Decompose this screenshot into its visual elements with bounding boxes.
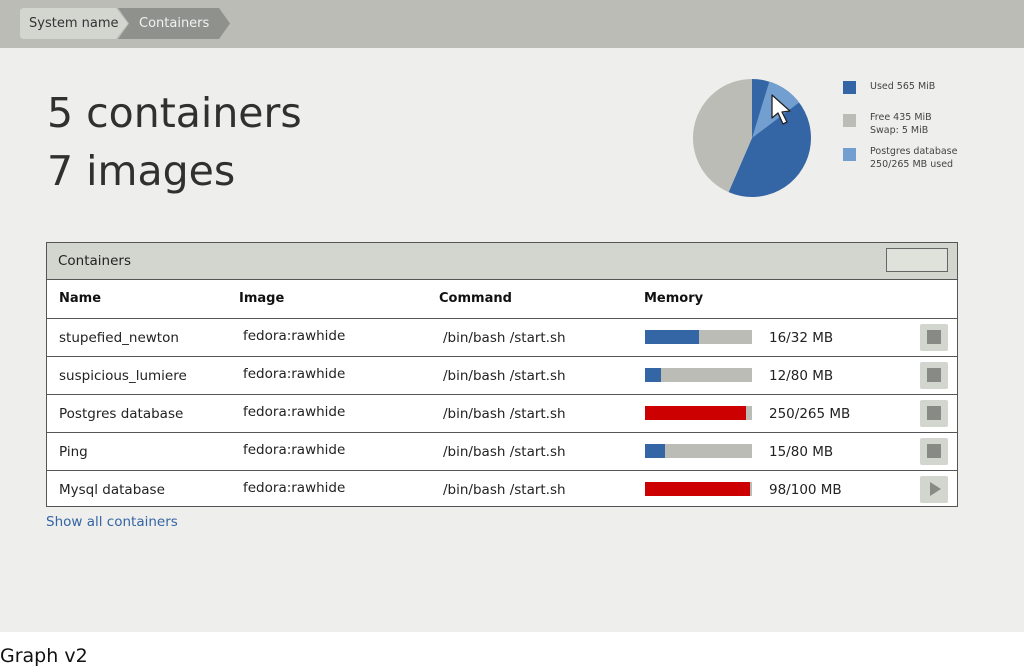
play-icon [930,482,941,496]
container-command: /bin/bash /start.sh [443,444,566,460]
memory-pie-chart [692,79,811,197]
column-header-memory: Memory [644,291,704,306]
table-row: Mysql database fedora:rawhide/bin/bash /s… [47,470,957,508]
memory-value: 16/32 MB [769,330,834,346]
container-name: Ping [59,444,88,460]
legend-line: Swap: 5 MiB [870,125,929,136]
legend-label: Free 435 MiB Swap: 5 MiB [870,111,932,137]
legend-line: Free 435 MiB [870,112,932,123]
table-row: Ping fedora:rawhide/bin/bash /start.sh 15/… [47,432,957,470]
start-button[interactable] [920,476,948,503]
panel-header: Containers [47,243,957,280]
container-command: /bin/bash /start.sh [443,482,566,498]
memory-value: 98/100 MB [769,482,842,498]
memory-bar-fill [645,368,662,382]
container-image: fedora:rawhide [243,366,346,382]
memory-value: 12/80 MB [769,368,834,384]
legend-line: Postgres database [870,146,958,157]
stop-button[interactable] [920,362,948,389]
panel-action-button[interactable] [886,248,948,272]
container-command: /bin/bash /start.sh [443,330,566,346]
container-command: /bin/bash /start.sh [443,406,566,422]
legend-label: Used 565 MiB [870,80,935,93]
memory-bar-fill [645,406,746,420]
stop-button[interactable] [920,438,948,465]
column-header-command: Command [439,291,512,306]
legend-swatch [843,148,856,161]
breadcrumb-item-system[interactable]: System name [29,8,118,39]
memory-value: 250/265 MB [769,406,851,422]
memory-bar [645,406,752,420]
legend-swatch [843,81,856,94]
memory-bar-fill [645,330,699,344]
caption: Graph v2 [0,645,88,667]
table-row: suspicious_lumiere fedora:rawhide/bin/bas… [47,356,957,394]
memory-bar [645,368,752,382]
stop-icon [927,444,941,458]
container-image: fedora:rawhide [243,328,346,344]
container-command: /bin/bash /start.sh [443,368,566,384]
column-header-image: Image [239,291,285,306]
stop-icon [927,406,941,420]
containers-panel: Containers Name Image Command Memory stu… [46,242,958,507]
container-image: fedora:rawhide [243,404,346,420]
memory-value: 15/80 MB [769,444,834,460]
stop-icon [927,368,941,382]
panel-title: Containers [58,253,132,269]
containers-count: 5 containers [47,89,302,137]
memory-bar [645,444,752,458]
legend-line: 250/265 MB used [870,159,954,170]
stop-button[interactable] [920,324,948,351]
container-name: Postgres database [59,406,184,422]
memory-bar [645,330,752,344]
legend-label: Postgres database 250/265 MB used [870,145,957,171]
show-all-containers-link[interactable]: Show all containers [46,514,178,530]
legend-line: Used 565 MiB [870,81,936,92]
top-bar: System name Containers [0,0,1024,48]
table-row: stupefied_newton fedora:rawhide/bin/bash … [47,318,957,356]
container-name: suspicious_lumiere [59,368,187,384]
container-image: fedora:rawhide [243,442,346,458]
container-name: Mysql database [59,482,165,498]
main-content: 5 containers 7 images Used 565 MiB Free 4… [0,48,1024,632]
table-row: Postgres database fedora:rawhide/bin/bash… [47,394,957,432]
images-count: 7 images [47,147,236,195]
breadcrumb-item-containers[interactable]: Containers [139,8,209,39]
stop-button[interactable] [920,400,948,427]
container-image: fedora:rawhide [243,480,346,496]
stop-icon [927,330,941,344]
container-name: stupefied_newton [59,330,179,346]
memory-bar [645,482,752,496]
memory-bar-fill [645,444,666,458]
legend-swatch [843,114,856,127]
memory-bar-fill [645,482,750,496]
column-header-name: Name [59,291,102,306]
